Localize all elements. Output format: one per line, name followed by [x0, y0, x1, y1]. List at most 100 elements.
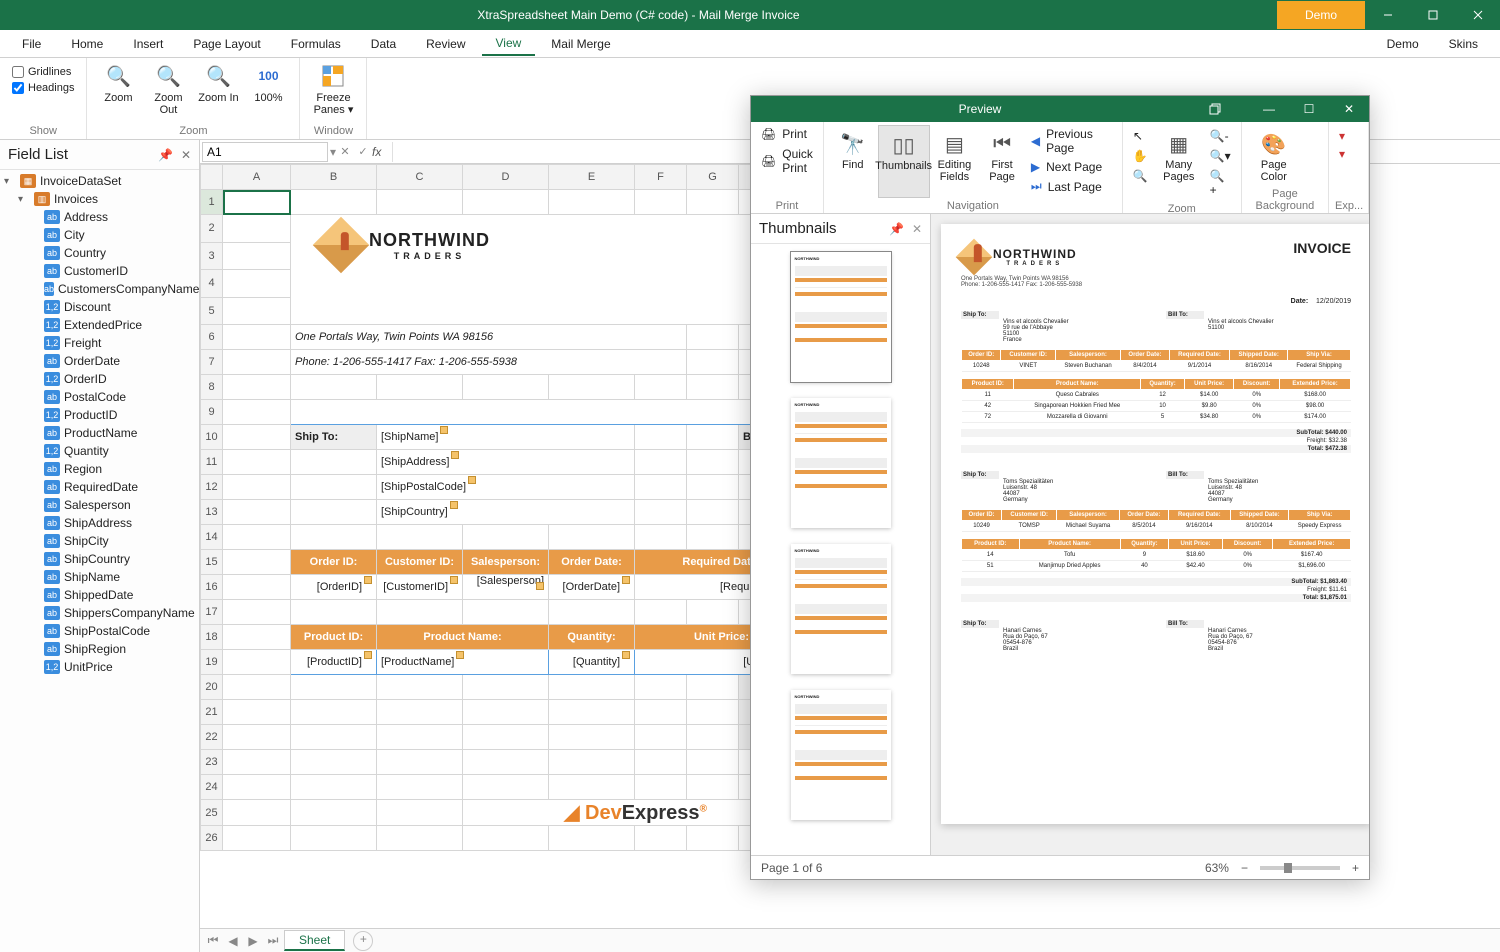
tree-field-shipperscompanyname[interactable]: abShippersCompanyName	[0, 604, 199, 622]
close-button[interactable]	[1455, 0, 1500, 30]
close-thumbs-icon[interactable]: ✕	[912, 222, 922, 236]
zoom-out-button[interactable]: 🔍Zoom Out	[145, 60, 191, 118]
next-page-button[interactable]: ▶Next Page	[1027, 158, 1116, 176]
tree-field-shippeddate[interactable]: abShippedDate	[0, 586, 199, 604]
tree-field-freight[interactable]: 1,2Freight	[0, 334, 199, 352]
tab-first-icon[interactable]: ⏮	[204, 933, 222, 948]
demo-button[interactable]: Demo	[1277, 1, 1365, 29]
zoom-in-button[interactable]: 🔍Zoom In	[195, 60, 241, 106]
row-header-7[interactable]: 7	[201, 350, 223, 375]
row-header-12[interactable]: 12	[201, 475, 223, 500]
row-header-20[interactable]: 20	[201, 675, 223, 700]
row-header-3[interactable]: 3	[201, 242, 223, 270]
row-header-14[interactable]: 14	[201, 525, 223, 550]
row-header-10[interactable]: 10	[201, 425, 223, 450]
col-header-C[interactable]: C	[377, 165, 463, 190]
row-header-1[interactable]: 1	[201, 190, 223, 215]
accept-formula-icon[interactable]: ✓	[354, 145, 372, 158]
menu-review[interactable]: Review	[412, 33, 479, 55]
find-button[interactable]: 🔭Find	[830, 125, 876, 198]
print-button[interactable]: 🖨Print	[757, 125, 817, 143]
row-header-16[interactable]: 16	[201, 575, 223, 600]
previous-page-button[interactable]: ◀Previous Page	[1027, 125, 1116, 157]
field-tree[interactable]: ▾▦InvoiceDataSet▾▥InvoicesabAddressabCit…	[0, 170, 199, 952]
menu-view[interactable]: View	[482, 32, 536, 56]
thumbnail-2[interactable]: NORTHWIND	[791, 398, 891, 528]
export-email-icon[interactable]: ▾	[1339, 147, 1358, 161]
tree-field-address[interactable]: abAddress	[0, 208, 199, 226]
editing-fields-button[interactable]: ▤Editing Fields	[932, 125, 978, 198]
tree-field-customerscompanyname[interactable]: abCustomersCompanyName	[0, 280, 199, 298]
preview-minimize-icon[interactable]: —	[1249, 102, 1289, 116]
menu-insert[interactable]: Insert	[119, 33, 177, 55]
add-sheet-button[interactable]: +	[353, 931, 373, 951]
tab-next-icon[interactable]: ▶	[244, 934, 262, 948]
tree-field-orderdate[interactable]: abOrderDate	[0, 352, 199, 370]
zoom-minus-icon[interactable]: −	[1241, 861, 1248, 875]
tab-prev-icon[interactable]: ◀	[224, 934, 242, 948]
tree-field-discount[interactable]: 1,2Discount	[0, 298, 199, 316]
zoom-in-icon[interactable]: 🔍+	[1210, 169, 1231, 197]
preview-close-icon[interactable]: ✕	[1329, 102, 1369, 116]
row-header-5[interactable]: 5	[201, 297, 223, 325]
row-header-6[interactable]: 6	[201, 325, 223, 350]
tree-field-region[interactable]: abRegion	[0, 460, 199, 478]
sheet-tab[interactable]: Sheet	[284, 930, 345, 951]
menu-file[interactable]: File	[8, 33, 55, 55]
row-header-11[interactable]: 11	[201, 450, 223, 475]
tree-field-quantity[interactable]: 1,2Quantity	[0, 442, 199, 460]
row-header-13[interactable]: 13	[201, 500, 223, 525]
preview-restore-icon[interactable]	[1209, 103, 1249, 115]
close-panel-icon[interactable]: ✕	[181, 148, 191, 162]
tree-field-shipname[interactable]: abShipName	[0, 568, 199, 586]
tree-dataset[interactable]: ▾▦InvoiceDataSet	[0, 172, 199, 190]
zoom-button[interactable]: 🔍Zoom	[95, 60, 141, 106]
row-header-19[interactable]: 19	[201, 650, 223, 675]
thumbnail-3[interactable]: NORTHWIND	[791, 544, 891, 674]
zoom-out-icon[interactable]: 🔍-	[1210, 129, 1231, 143]
tree-field-customerid[interactable]: abCustomerID	[0, 262, 199, 280]
tree-field-orderid[interactable]: 1,2OrderID	[0, 370, 199, 388]
zoom-pct-icon[interactable]: 🔍▾	[1210, 149, 1231, 163]
thumbnail-1[interactable]: NORTHWIND	[791, 252, 891, 382]
row-header-23[interactable]: 23	[201, 750, 223, 775]
row-header-21[interactable]: 21	[201, 700, 223, 725]
menu-skins[interactable]: Skins	[1435, 33, 1492, 55]
col-header-D[interactable]: D	[463, 165, 549, 190]
row-header-24[interactable]: 24	[201, 775, 223, 800]
export-pdf-icon[interactable]: ▾	[1339, 129, 1358, 143]
thumbnails-list[interactable]: NORTHWIND NORTHWIND NORTHWIND	[751, 244, 930, 855]
tree-field-shippostalcode[interactable]: abShipPostalCode	[0, 622, 199, 640]
last-page-button[interactable]: ⏭Last Page	[1027, 177, 1116, 196]
tree-field-country[interactable]: abCountry	[0, 244, 199, 262]
pin-icon[interactable]: 📌	[158, 148, 173, 162]
preview-maximize-icon[interactable]: ☐	[1289, 102, 1329, 116]
menu-home[interactable]: Home	[57, 33, 117, 55]
minimize-button[interactable]	[1365, 0, 1410, 30]
tree-field-extendedprice[interactable]: 1,2ExtendedPrice	[0, 316, 199, 334]
tree-field-productname[interactable]: abProductName	[0, 424, 199, 442]
row-header-26[interactable]: 26	[201, 826, 223, 851]
row-header-25[interactable]: 25	[201, 800, 223, 826]
zoom-100-button[interactable]: 100100%	[245, 60, 291, 106]
fx-icon[interactable]: fx	[372, 145, 392, 159]
tree-field-postalcode[interactable]: abPostalCode	[0, 388, 199, 406]
tree-field-city[interactable]: abCity	[0, 226, 199, 244]
thumbnails-button[interactable]: ▯▯Thumbnails	[878, 125, 930, 198]
row-header-9[interactable]: 9	[201, 400, 223, 425]
col-header-G[interactable]: G	[687, 165, 739, 190]
menu-page-layout[interactable]: Page Layout	[179, 33, 274, 55]
col-header-A[interactable]: A	[223, 165, 291, 190]
maximize-button[interactable]	[1410, 0, 1455, 30]
tree-field-shipcountry[interactable]: abShipCountry	[0, 550, 199, 568]
cancel-formula-icon[interactable]: ✕	[336, 145, 354, 158]
spreadsheet-grid[interactable]: ABCDEFGH12 NORTHWINDTRADERS3456One Porta…	[200, 164, 809, 851]
tab-last-icon[interactable]: ⏭	[264, 933, 282, 948]
menu-mail-merge[interactable]: Mail Merge	[537, 33, 624, 55]
menu-formulas[interactable]: Formulas	[277, 33, 355, 55]
tree-field-salesperson[interactable]: abSalesperson	[0, 496, 199, 514]
quick-print-button[interactable]: 🖨Quick Print	[757, 145, 817, 177]
name-box[interactable]	[202, 142, 328, 162]
col-header-E[interactable]: E	[549, 165, 635, 190]
pointer-icon[interactable]: ↖	[1133, 129, 1148, 143]
